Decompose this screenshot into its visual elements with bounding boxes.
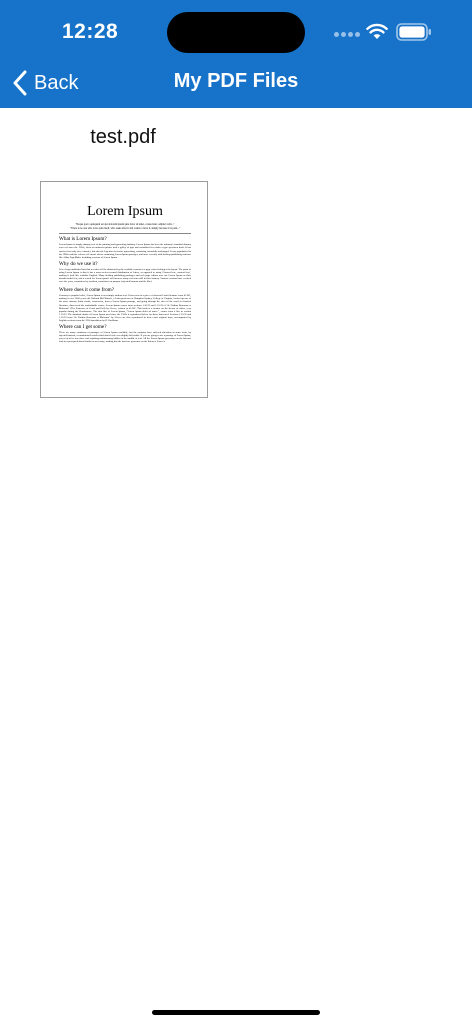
battery-icon [396,23,431,41]
page-title: My PDF Files [173,70,299,92]
preview-title: Lorem Ipsum [87,204,163,219]
preview-heading: Where does it come from? [59,287,115,294]
preview-quote-sub: "There is no one who loves pain itself, … [69,226,181,230]
status-time: 12:28 [62,20,119,43]
preview-divider [59,233,191,235]
wifi-icon [366,23,388,39]
home-indicator[interactable] [152,1010,320,1015]
pdf-thumbnail[interactable]: Lorem Ipsum "Neque porro quisquam est qu… [40,181,208,398]
preview-paragraph: There are many variations of passages of… [59,331,191,344]
preview-paragraph: Contrary to popular belief, Lorem Ipsum … [59,294,191,322]
preview-quote: "Neque porro quisquam est qui dolorem ip… [75,223,175,226]
header: 12:28 Back My PDF Files [0,0,472,108]
preview-heading: Why do we use it? [59,260,98,267]
file-name: test.pdf [90,126,156,148]
preview-paragraph: It is a long established fact that a rea… [59,267,191,284]
preview-heading: Where can I get some? [59,324,107,331]
preview-paragraph: Lorem Ipsum is simply dummy text of the … [59,243,191,259]
screen: 12:28 Back My PDF Files test.pdf Lorem I… [0,0,472,1024]
dynamic-island [167,12,305,53]
pdf-page-preview: Lorem Ipsum "Neque porro quisquam est qu… [59,204,191,343]
cellular-signal-icon [334,32,360,40]
preview-heading: What is Lorem Ipsum? [59,236,107,243]
